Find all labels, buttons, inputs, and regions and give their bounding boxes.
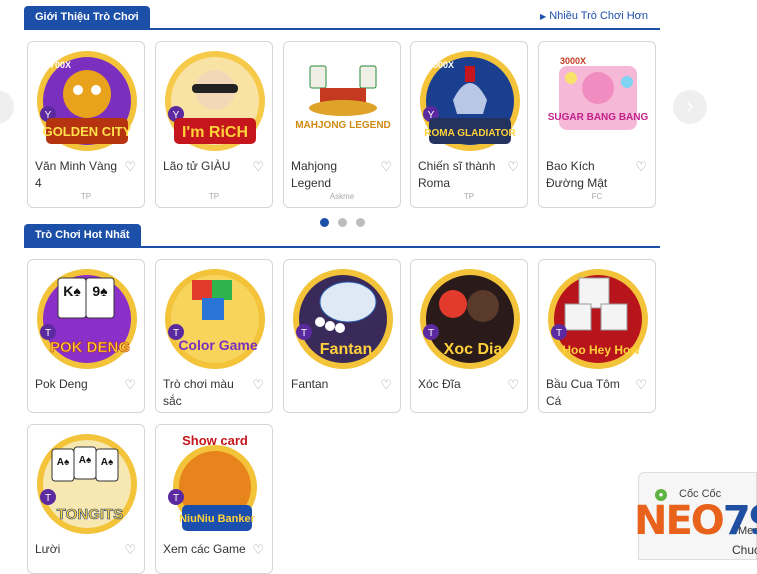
game-card-hoo-hey-how[interactable]: T Hoo Hey How Bầu Cua Tôm Cá ♡ bbox=[538, 259, 656, 413]
heart-icon[interactable]: ♡ bbox=[380, 376, 392, 393]
carousel-prev-button[interactable]: ‹ bbox=[0, 90, 14, 124]
game-card-color-game[interactable]: T Color Game Trò chơi màu sắc ♡ bbox=[155, 259, 273, 413]
svg-text:A♠: A♠ bbox=[79, 455, 92, 466]
svg-text:T: T bbox=[556, 328, 562, 339]
game-thumbnail[interactable]: T Xoc Dia bbox=[417, 266, 523, 372]
game-card-mahjong-legend[interactable]: MAHJONG LEGEND Mahjong Legend ♡ Askme bbox=[283, 41, 401, 208]
carousel-next-button[interactable]: › bbox=[673, 90, 707, 124]
game-name: Trò chơi màu sắc bbox=[163, 377, 234, 408]
game-card-pok-deng[interactable]: K♠ 9♠ T POK DENG Pok Deng ♡ bbox=[27, 259, 145, 413]
triangle-right-icon: ▶ bbox=[540, 12, 547, 21]
game-thumbnail[interactable]: T Color Game bbox=[162, 266, 268, 372]
game-thumbnail[interactable]: A♠ A♠ A♠ T TONGITS bbox=[34, 431, 140, 537]
game-thumbnail[interactable]: T Hoo Hey How bbox=[545, 266, 651, 372]
game-name: Lười bbox=[35, 542, 61, 556]
game-thumbnail[interactable]: Y ROMA GLADIATOR 5000X bbox=[417, 48, 523, 154]
svg-text:A♠: A♠ bbox=[57, 457, 70, 468]
svg-text:T: T bbox=[301, 328, 307, 339]
provider-label: Askme bbox=[329, 192, 355, 201]
game-name: Fantan bbox=[291, 377, 329, 391]
svg-text:T: T bbox=[428, 328, 434, 339]
game-thumbnail[interactable]: SUGAR BANG BANG 3000X bbox=[545, 48, 651, 154]
heart-icon[interactable]: ♡ bbox=[635, 376, 647, 393]
hot-section-title: Trò Chơi Hot Nhất bbox=[24, 224, 141, 246]
game-card-roma-gladiator[interactable]: Y ROMA GLADIATOR 5000X Chiến sĩ thành Ro… bbox=[410, 41, 528, 208]
notification-text-2: Chuc bbox=[732, 543, 757, 557]
heart-icon[interactable]: ♡ bbox=[124, 376, 136, 393]
watermark-right: 79 bbox=[722, 498, 757, 544]
hot-section-header: Trò Chơi Hot Nhất bbox=[24, 224, 660, 248]
provider-label: FC bbox=[591, 192, 603, 201]
game-thumbnail[interactable]: Y I'm RiCH bbox=[162, 48, 268, 154]
heart-icon[interactable]: ♡ bbox=[507, 158, 519, 175]
tongits-logo-text: TONGITS bbox=[57, 506, 123, 523]
game-name: Mahjong Legend bbox=[291, 159, 338, 190]
game-name: Chiến sĩ thành Roma bbox=[418, 159, 496, 190]
golden-city-logo-text: GOLDEN CITY bbox=[43, 124, 132, 139]
intro-section-title: Giới Thiệu Trò Chơi bbox=[24, 6, 150, 28]
svg-text:T: T bbox=[45, 328, 51, 339]
game-name: Lão tử GIÀU bbox=[163, 159, 231, 173]
neo79-watermark: NEO79 bbox=[634, 500, 757, 542]
svg-text:A♠: A♠ bbox=[101, 457, 114, 468]
heart-icon[interactable]: ♡ bbox=[380, 158, 392, 175]
game-card-niuniu-banker[interactable]: Show card T NiuNiu Banker Xem các Game ♡ bbox=[155, 424, 273, 574]
svg-text:T: T bbox=[45, 493, 51, 504]
heart-icon[interactable]: ♡ bbox=[124, 158, 136, 175]
roma-multiplier: 5000X bbox=[428, 60, 454, 70]
hoo-hey-how-logo-text: Hoo Hey How bbox=[562, 343, 640, 357]
fantan-logo-text: Fantan bbox=[320, 341, 372, 358]
game-name: Bầu Cua Tôm Cá bbox=[546, 377, 620, 408]
niuniu-logo-text: NiuNiu Banker bbox=[179, 513, 256, 525]
game-name: Bao Kích Đường Mật bbox=[546, 159, 608, 190]
heart-icon[interactable]: ♡ bbox=[252, 541, 264, 558]
provider-label: TP bbox=[208, 192, 220, 201]
watermark-left: NEO bbox=[634, 498, 725, 544]
chevron-left-icon: ‹ bbox=[0, 93, 1, 118]
provider-label: TP bbox=[80, 192, 92, 201]
roma-logo-text: ROMA GLADIATOR bbox=[424, 128, 516, 139]
golden-city-multiplier: 1700X bbox=[45, 60, 71, 70]
game-name: Xóc Đĩa bbox=[418, 377, 461, 391]
more-games-label: Nhiều Trò Chơi Hơn bbox=[549, 10, 648, 22]
sugar-multiplier: 3000X bbox=[560, 56, 586, 66]
xoc-dia-logo-text: Xoc Dia bbox=[444, 341, 503, 358]
provider-label: TP bbox=[463, 192, 475, 201]
sugar-logo-text: SUGAR BANG BANG bbox=[548, 112, 649, 123]
game-card-xoc-dia[interactable]: T Xoc Dia Xóc Đĩa ♡ bbox=[410, 259, 528, 413]
game-thumbnail[interactable]: MAHJONG LEGEND bbox=[290, 48, 396, 154]
game-card-fantan[interactable]: T Fantan Fantan ♡ bbox=[283, 259, 401, 413]
game-thumbnail[interactable]: T Fantan bbox=[290, 266, 396, 372]
intro-section-header: Giới Thiệu Trò Chơi ▶ Nhiều Trò Chơi Hơn bbox=[24, 6, 660, 30]
game-card-golden-city[interactable]: Y GOLDEN CITY 1700X Văn Minh Vàng 4 ♡ TP bbox=[27, 41, 145, 208]
game-card-sugar-bang-bang[interactable]: SUGAR BANG BANG 3000X Bao Kích Đường Mật… bbox=[538, 41, 656, 208]
chevron-right-icon: › bbox=[686, 93, 694, 118]
svg-text:9♠: 9♠ bbox=[92, 283, 108, 299]
game-card-tongits[interactable]: A♠ A♠ A♠ T TONGITS Lười ♡ bbox=[27, 424, 145, 574]
color-game-logo-text: Color Game bbox=[178, 337, 258, 353]
game-thumbnail[interactable]: Y GOLDEN CITY 1700X bbox=[34, 48, 140, 154]
game-thumbnail[interactable]: K♠ 9♠ T POK DENG bbox=[34, 266, 140, 372]
svg-text:K♠: K♠ bbox=[63, 283, 81, 299]
game-card-im-rich[interactable]: Y I'm RiCH Lão tử GIÀU ♡ TP bbox=[155, 41, 273, 208]
mahjong-logo-text: MAHJONG LEGEND bbox=[295, 120, 391, 131]
heart-icon[interactable]: ♡ bbox=[252, 376, 264, 393]
game-name: Xem các Game bbox=[163, 542, 246, 556]
heart-icon[interactable]: ♡ bbox=[252, 158, 264, 175]
heart-icon[interactable]: ♡ bbox=[635, 158, 647, 175]
game-thumbnail[interactable]: Show card T NiuNiu Banker bbox=[162, 431, 268, 537]
game-name: Văn Minh Vàng 4 bbox=[35, 159, 118, 190]
more-games-link[interactable]: ▶ Nhiều Trò Chơi Hơn bbox=[540, 10, 648, 22]
carousel-pagination bbox=[320, 214, 374, 227]
im-rich-logo-text: I'm RiCH bbox=[182, 124, 248, 141]
heart-icon[interactable]: ♡ bbox=[507, 376, 519, 393]
svg-text:T: T bbox=[173, 493, 179, 504]
heart-icon[interactable]: ♡ bbox=[124, 541, 136, 558]
game-name: Pok Deng bbox=[35, 377, 88, 391]
pok-deng-logo-text: POK DENG bbox=[50, 339, 130, 356]
